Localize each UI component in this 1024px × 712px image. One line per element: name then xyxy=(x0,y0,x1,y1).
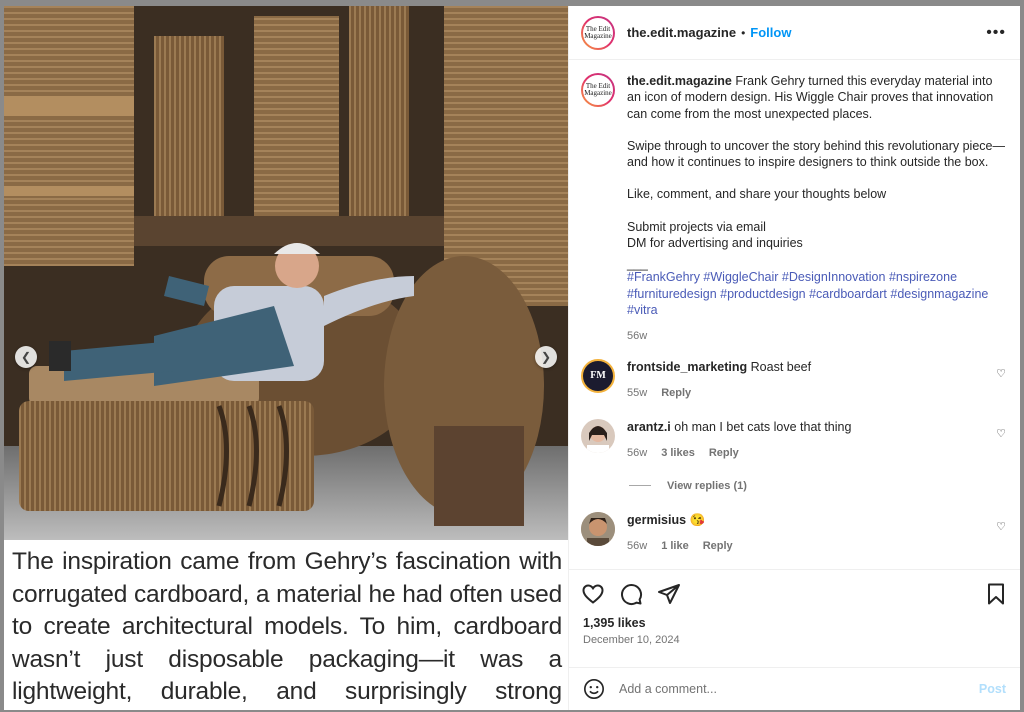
more-options-icon[interactable]: ••• xyxy=(986,24,1006,42)
view-replies-button[interactable]: View replies (1) xyxy=(629,480,1006,492)
comment-username[interactable]: germisius xyxy=(627,513,686,527)
author-username[interactable]: the.edit.magazine xyxy=(627,25,736,40)
commenter-avatar[interactable] xyxy=(581,419,615,454)
commenter-avatar[interactable] xyxy=(581,511,615,546)
comment-body: arantz.i oh man I bet cats love that thi… xyxy=(627,419,1006,462)
post-actions-area: 1,395 likes December 10, 2024 Post xyxy=(569,569,1020,709)
comment-text: Roast beef xyxy=(750,359,812,374)
comment-row: arantz.i oh man I bet cats love that thi… xyxy=(581,419,1006,462)
post-photo xyxy=(4,6,568,540)
reply-button[interactable]: Reply xyxy=(709,445,739,461)
like-comment-heart-icon[interactable]: ♡ xyxy=(996,520,1006,533)
comment-text: 😘 xyxy=(689,512,706,527)
chevron-left-icon: ❮ xyxy=(20,350,32,364)
caption: the.edit.magazine Frank Gehry turned thi… xyxy=(627,73,1006,345)
comment-username[interactable]: arantz.i xyxy=(627,420,671,434)
comment-likes[interactable]: 3 likes xyxy=(661,445,695,461)
post-comment-button[interactable]: Post xyxy=(979,682,1006,696)
separator-dot: • xyxy=(741,25,746,40)
emoji-icon[interactable] xyxy=(583,678,605,700)
like-comment-heart-icon[interactable]: ♡ xyxy=(996,427,1006,440)
avatar-logo-text: The Edit Magazine xyxy=(583,17,613,48)
post-modal: The inspiration came from Gehry’s fascin… xyxy=(4,6,1020,710)
caption-text: Swipe through to uncover the story behin… xyxy=(627,138,1005,170)
reply-button[interactable]: Reply xyxy=(661,385,691,401)
comment-time[interactable]: 56w xyxy=(627,445,647,461)
commenter-avatar[interactable]: FM xyxy=(581,358,615,393)
chevron-right-icon: ❯ xyxy=(540,350,552,364)
author-avatar[interactable]: The Edit Magazine xyxy=(581,15,615,50)
comment-time[interactable]: 55w xyxy=(627,385,647,401)
comment-likes[interactable]: 1 like xyxy=(661,538,689,554)
comment-row: FM frontside_marketing Roast beef 55w Rep… xyxy=(581,358,1006,402)
action-icons xyxy=(569,570,1020,606)
caption-text: DM for advertising and inquiries xyxy=(627,236,803,251)
follow-button[interactable]: Follow xyxy=(750,25,791,40)
author-avatar[interactable]: The Edit Magazine xyxy=(581,73,615,107)
caption-text: Submit projects via email xyxy=(627,219,766,234)
add-comment-bar: Post xyxy=(569,667,1020,709)
view-replies-label: View replies (1) xyxy=(667,479,747,492)
caption-row: The Edit Magazine the.edit.magazine Fran… xyxy=(581,73,1006,345)
caption-divider: ___ xyxy=(627,257,648,272)
avatar-initials: FM xyxy=(590,370,606,382)
comment-body: germisius 😘 56w 1 like Reply xyxy=(627,512,1006,555)
caption-hashtags[interactable]: #FrankGehry #WiggleChair #DesignInnovati… xyxy=(627,269,1006,318)
comment-row: germisius 😘 56w 1 like Reply ♡ xyxy=(581,511,1006,555)
comment-time[interactable]: 56w xyxy=(627,538,647,554)
caption-meta: 56w xyxy=(627,328,1006,344)
comment-username[interactable]: frontside_marketing xyxy=(627,360,747,374)
bookmark-icon[interactable] xyxy=(984,582,1008,606)
caption-text: Like, comment, and share your thoughts b… xyxy=(627,187,887,202)
next-slide-button[interactable]: ❯ xyxy=(535,346,557,368)
caption-username[interactable]: the.edit.magazine xyxy=(627,74,732,88)
post-media: The inspiration came from Gehry’s fascin… xyxy=(4,6,568,710)
heart-icon[interactable] xyxy=(581,582,605,606)
comment-body: frontside_marketing Roast beef 55w Reply xyxy=(627,359,1006,402)
post-header: The Edit Magazine the.edit.magazine • Fo… xyxy=(569,6,1020,60)
comment-icon[interactable] xyxy=(619,582,643,606)
like-comment-heart-icon[interactable]: ♡ xyxy=(996,367,1006,380)
avatar-logo-text: The Edit Magazine xyxy=(583,75,613,105)
share-icon[interactable] xyxy=(657,582,681,606)
replies-line xyxy=(629,485,651,487)
comments-list[interactable]: The Edit Magazine the.edit.magazine Fran… xyxy=(569,61,1020,569)
likes-count[interactable]: 1,395 likes xyxy=(569,606,1020,630)
media-overlay-text: The inspiration came from Gehry’s fascin… xyxy=(12,548,562,705)
reply-button[interactable]: Reply xyxy=(703,538,733,554)
caption-time[interactable]: 56w xyxy=(627,328,647,344)
prev-slide-button[interactable]: ❮ xyxy=(15,346,37,368)
comment-text: oh man I bet cats love that thing xyxy=(674,420,852,435)
comment-input[interactable] xyxy=(619,681,979,696)
post-date[interactable]: December 10, 2024 xyxy=(569,630,1020,646)
post-side-panel: The Edit Magazine the.edit.magazine • Fo… xyxy=(568,6,1020,710)
